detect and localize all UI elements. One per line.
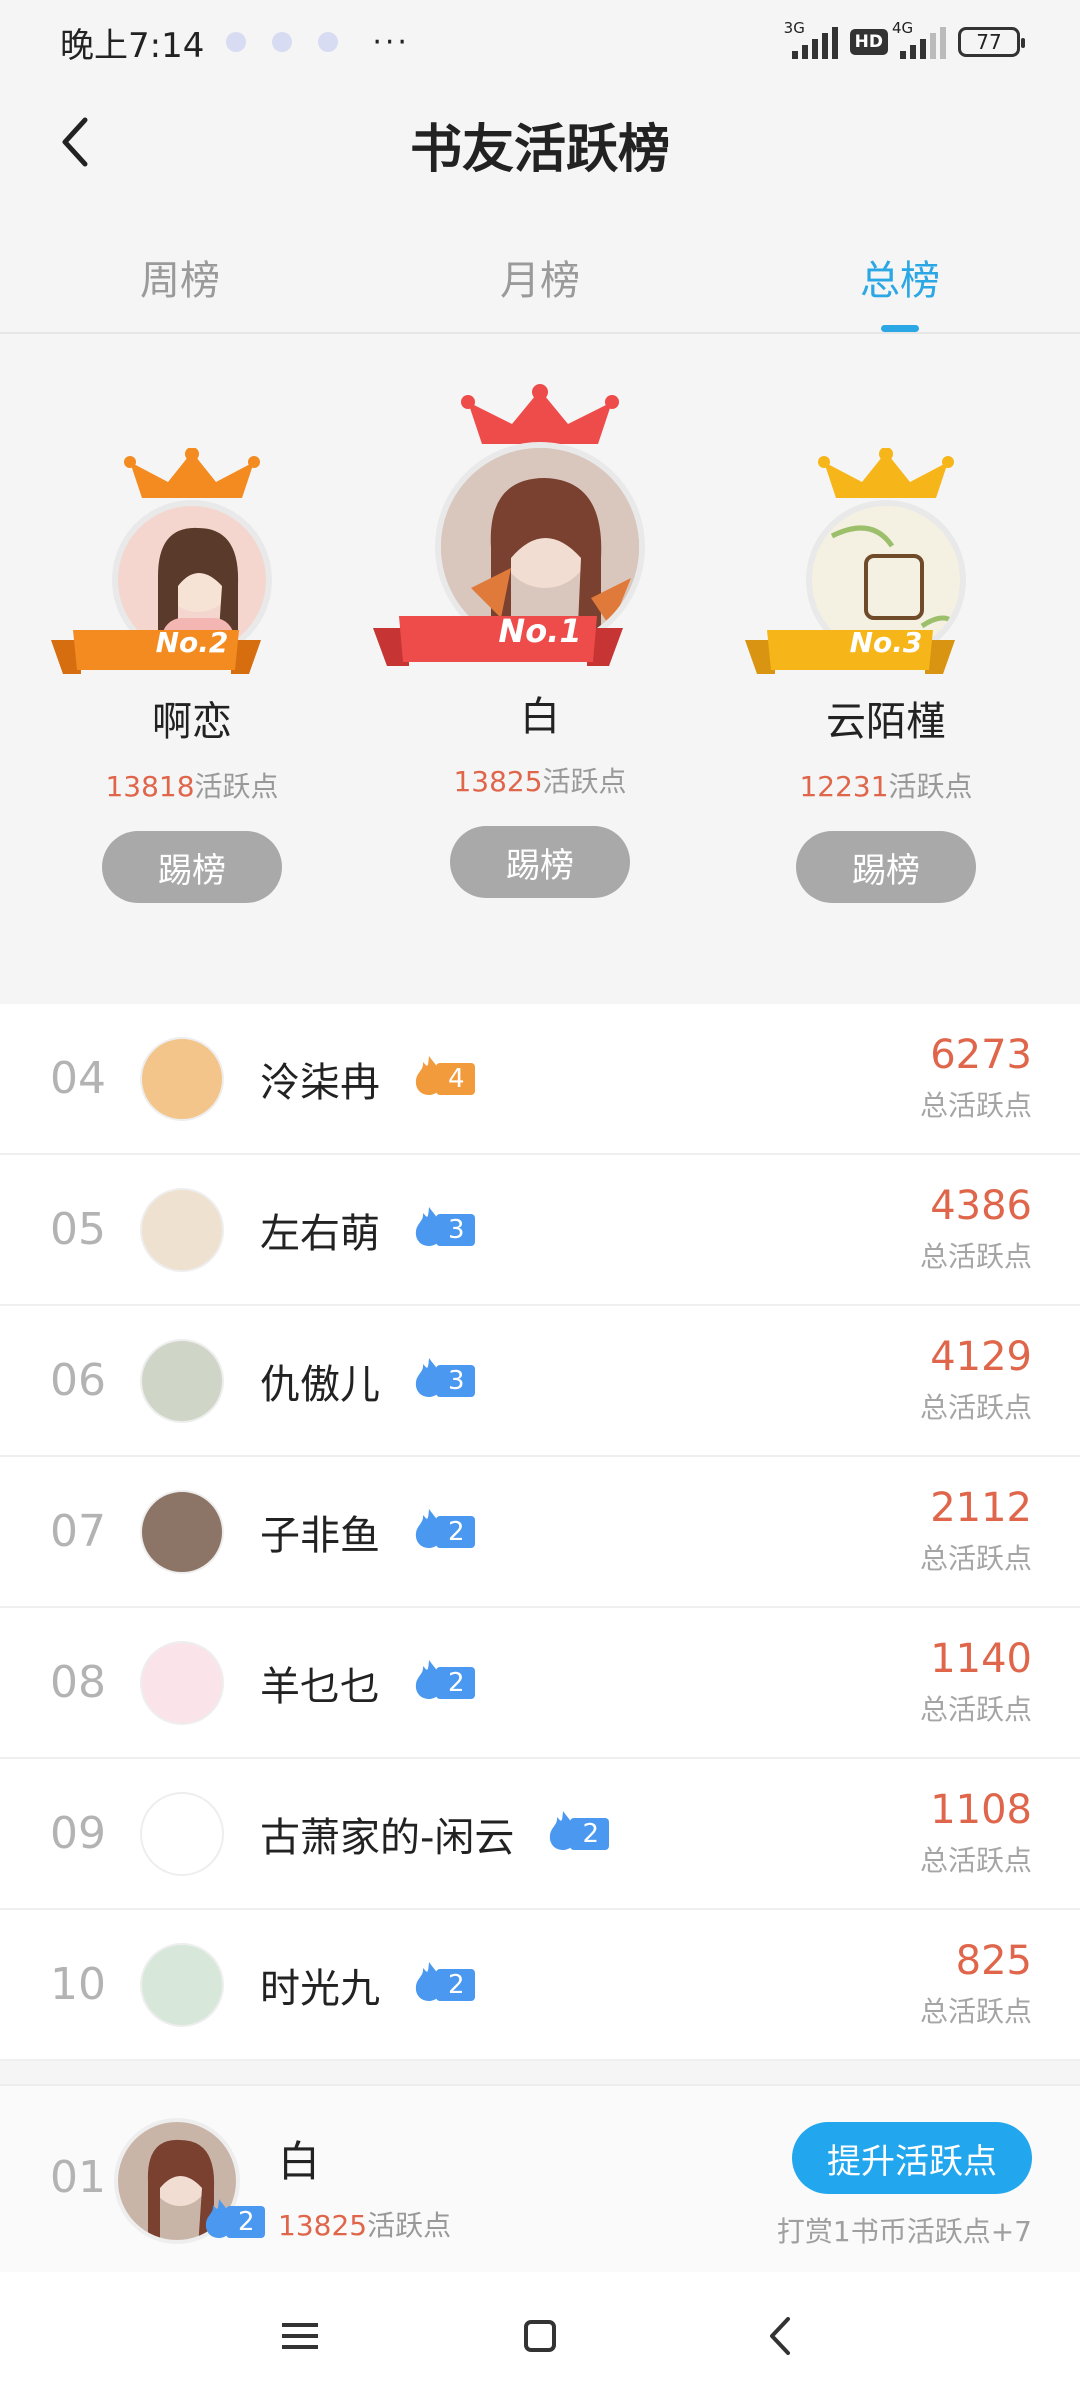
activity-score: 825 总活跃点: [919, 1938, 1032, 2028]
tab-total[interactable]: 总榜: [720, 220, 1080, 332]
crown-icon: [124, 448, 260, 498]
avatar[interactable]: [140, 1489, 224, 1574]
podium-first: No.1 白 13825活跃点 踢榜: [373, 384, 690, 898]
user-name: 左右萌: [260, 1210, 380, 1257]
podium-third: No.3 云陌槿 12231活跃点 踢榜: [736, 448, 1036, 903]
back-button[interactable]: [44, 112, 104, 172]
boost-activity-button[interactable]: 提升活跃点: [792, 2122, 1032, 2194]
podium-points-first: 13825活跃点: [453, 765, 627, 798]
rank-ribbon-second: No.2: [50, 626, 261, 674]
menu-icon: [282, 2323, 318, 2349]
ranking-list: 04 泠柒冉 4 6273 总活跃点 05 左右萌 3 4386 总活跃点 06 仇…: [0, 1004, 1080, 2061]
list-item[interactable]: 08 羊乜乜 2 1140 总活跃点: [0, 1608, 1080, 1759]
activity-score: 4129 总活跃点: [919, 1334, 1032, 1424]
rank-number: 06: [50, 1355, 106, 1406]
avatar[interactable]: [140, 1036, 224, 1121]
podium-points-third: 12231活跃点: [799, 770, 973, 803]
list-item[interactable]: 04 泠柒冉 4 6273 总活跃点: [0, 1004, 1080, 1155]
status-bar: 晚上7:14 ··· 3G HD 4G 77: [0, 0, 1080, 84]
my-name: 白: [278, 2137, 321, 2186]
level-badge: 3: [410, 1357, 475, 1399]
tab-weekly[interactable]: 周榜: [0, 220, 360, 332]
activity-score: 4386 总活跃点: [919, 1183, 1032, 1273]
app-header: 书友活跃榜: [0, 84, 1080, 204]
rank-number: 10: [50, 1959, 106, 2010]
hd-icon: HD: [849, 29, 888, 55]
system-nav-bar: [0, 2272, 1080, 2400]
user-name: 羊乜乜: [260, 1663, 380, 1710]
kick-button-first[interactable]: 踢榜: [450, 826, 630, 898]
level-badge: 2: [410, 1659, 475, 1701]
podium-second: No.2 啊恋 13818活跃点 踢榜: [42, 448, 342, 903]
top-three-podium: No.2 啊恋 13818活跃点 踢榜 No.1 白 13825活跃点 踢榜 N…: [0, 336, 1080, 976]
my-level-badge: 2: [200, 2199, 265, 2240]
system-back-button[interactable]: [750, 2306, 810, 2366]
back-arrow-icon: [62, 117, 88, 167]
list-item[interactable]: 10 时光九 2 825 总活跃点: [0, 1910, 1080, 2061]
podium-name-second: 啊恋: [152, 699, 232, 745]
crown-icon: [818, 448, 954, 498]
more-notifications-icon: ···: [372, 24, 410, 60]
list-item[interactable]: 09 古萧家的-闲云 2 1108 总活跃点: [0, 1759, 1080, 1910]
tab-bar: 周榜 月榜 总榜: [0, 220, 1080, 334]
activity-score: 1140 总活跃点: [919, 1636, 1032, 1726]
level-badge: 3: [410, 1206, 475, 1248]
tab-monthly[interactable]: 月榜: [360, 220, 720, 332]
rank-number: 09: [50, 1808, 106, 1859]
signal-4g-icon: 4G: [892, 19, 946, 59]
avatar[interactable]: [140, 1187, 224, 1272]
rank-ribbon-third: No.3: [744, 626, 955, 674]
avatar[interactable]: [140, 1791, 224, 1876]
rank-number: 08: [50, 1657, 106, 1708]
list-item[interactable]: 07 子非鱼 2 2112 总活跃点: [0, 1457, 1080, 1608]
level-badge: 2: [410, 1508, 475, 1550]
activity-score: 1108 总活跃点: [919, 1787, 1032, 1877]
podium-name-first: 白: [520, 694, 560, 740]
active-tab-indicator: [881, 325, 919, 332]
avatar[interactable]: [140, 1338, 224, 1423]
rank-number: 04: [50, 1053, 106, 1104]
menu-button[interactable]: [270, 2306, 330, 2366]
status-time: 晚上7:14: [60, 25, 205, 66]
list-item[interactable]: 06 仇傲儿 3 4129 总活跃点: [0, 1306, 1080, 1457]
activity-score: 6273 总活跃点: [919, 1032, 1032, 1122]
podium-points-second: 13818活跃点: [105, 770, 279, 803]
rank-number: 05: [50, 1204, 106, 1255]
user-name: 泠柒冉: [260, 1059, 380, 1106]
level-badge: 4: [410, 1055, 475, 1097]
list-item[interactable]: 05 左右萌 3 4386 总活跃点: [0, 1155, 1080, 1306]
user-name: 时光九: [260, 1965, 380, 2012]
activity-score: 2112 总活跃点: [919, 1485, 1032, 1575]
level-badge: 2: [544, 1810, 609, 1852]
battery-icon: 77: [958, 27, 1025, 57]
avatar[interactable]: [140, 1942, 224, 2027]
user-name: 古萧家的-闲云: [260, 1814, 515, 1861]
reward-tip: 打赏1书币活跃点+7: [776, 2215, 1032, 2248]
rank-ribbon-first: No.1: [373, 612, 624, 666]
user-name: 子非鱼: [260, 1512, 380, 1559]
level-badge: 2: [410, 1961, 475, 2003]
home-button[interactable]: [510, 2306, 570, 2366]
notification-icons: [226, 32, 339, 52]
my-rank-bar: 01 2 白 13825活跃点 提升活跃点 打赏1书币活跃点+7: [0, 2084, 1080, 2272]
user-name: 仇傲儿: [260, 1361, 380, 1408]
podium-name-third: 云陌槿: [826, 699, 946, 745]
kick-button-third[interactable]: 踢榜: [796, 831, 976, 903]
kick-button-second[interactable]: 踢榜: [102, 831, 282, 903]
page-title: 书友活跃榜: [409, 119, 670, 180]
avatar[interactable]: [140, 1640, 224, 1725]
signal-3g-icon: 3G: [784, 19, 838, 59]
back-triangle-icon: [770, 2317, 790, 2355]
my-points: 13825活跃点: [278, 2209, 452, 2242]
rank-number: 07: [50, 1506, 106, 1557]
home-square-icon: [524, 2320, 556, 2352]
